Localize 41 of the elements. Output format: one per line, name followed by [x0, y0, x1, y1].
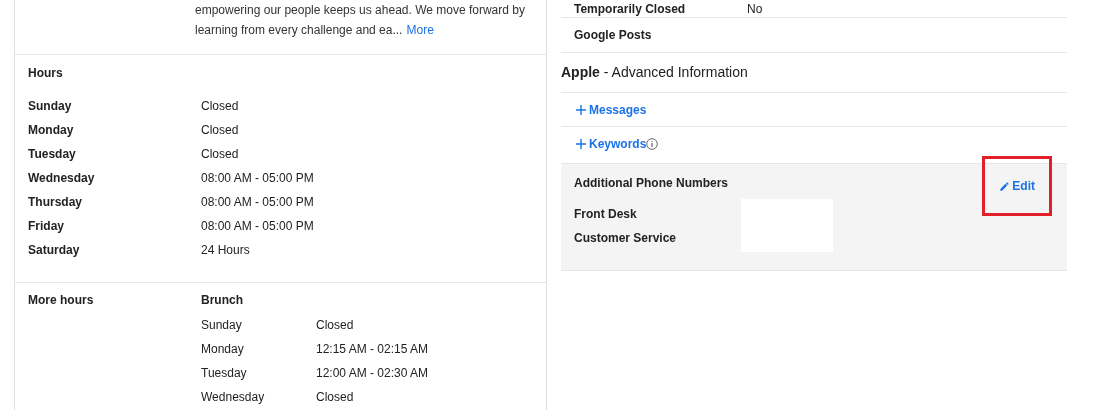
phone-label: Front Desk [574, 206, 637, 223]
edit-button[interactable]: Edit [982, 156, 1052, 216]
hours-value: 08:00 AM - 05:00 PM [201, 218, 314, 235]
day-label: Tuesday [201, 365, 248, 382]
hours-value: Closed [316, 389, 354, 406]
pencil-icon [999, 180, 1011, 192]
hours-value: Closed [201, 122, 239, 139]
more-link[interactable]: More [406, 23, 434, 37]
hours-value: Closed [316, 317, 354, 334]
hours-value: 24 Hours [201, 242, 250, 259]
add-link[interactable]: Messages [576, 100, 647, 119]
section-title: More hours [28, 292, 95, 309]
description-text: empowering our people keeps us ahead. We move forward by [195, 2, 525, 19]
day-label: Thursday [28, 194, 83, 211]
day-label: Tuesday [28, 146, 77, 163]
day-label: Sunday [201, 317, 243, 334]
day-label: Sunday [28, 98, 73, 115]
hours-value: 12:15 AM - 02:15 AM [316, 341, 429, 358]
day-label: Monday [28, 122, 75, 139]
hours-value: 12:00 AM - 02:30 AM [316, 365, 429, 382]
hours-value: 08:00 AM - 05:00 PM [201, 170, 314, 187]
day-label: Wednesday [28, 170, 96, 187]
description-text: learning from every challenge and ea... More [195, 22, 434, 39]
hours-value: Closed [201, 146, 239, 163]
hours-value: 08:00 AM - 05:00 PM [201, 194, 314, 211]
plus-icon [576, 104, 586, 115]
panel-title: Additional Phone Numbers [574, 175, 728, 192]
day-label: Friday [28, 218, 65, 235]
day-label: Wednesday [201, 389, 266, 406]
info-value: No [747, 0, 763, 18]
section-heading: Apple - Advanced Information [561, 63, 748, 82]
section-title: Hours [28, 65, 63, 82]
group-title: Brunch [201, 292, 243, 309]
day-label: Monday [201, 341, 245, 358]
info-label: Google Posts [574, 27, 653, 44]
hours-value: Closed [201, 98, 239, 115]
plus-icon [576, 139, 586, 149]
day-label: Saturday [28, 242, 81, 259]
info-label: Temporarily Closed [574, 0, 687, 18]
add-link[interactable]: Keywords [576, 135, 647, 153]
phone-label: Customer Service [574, 230, 677, 247]
